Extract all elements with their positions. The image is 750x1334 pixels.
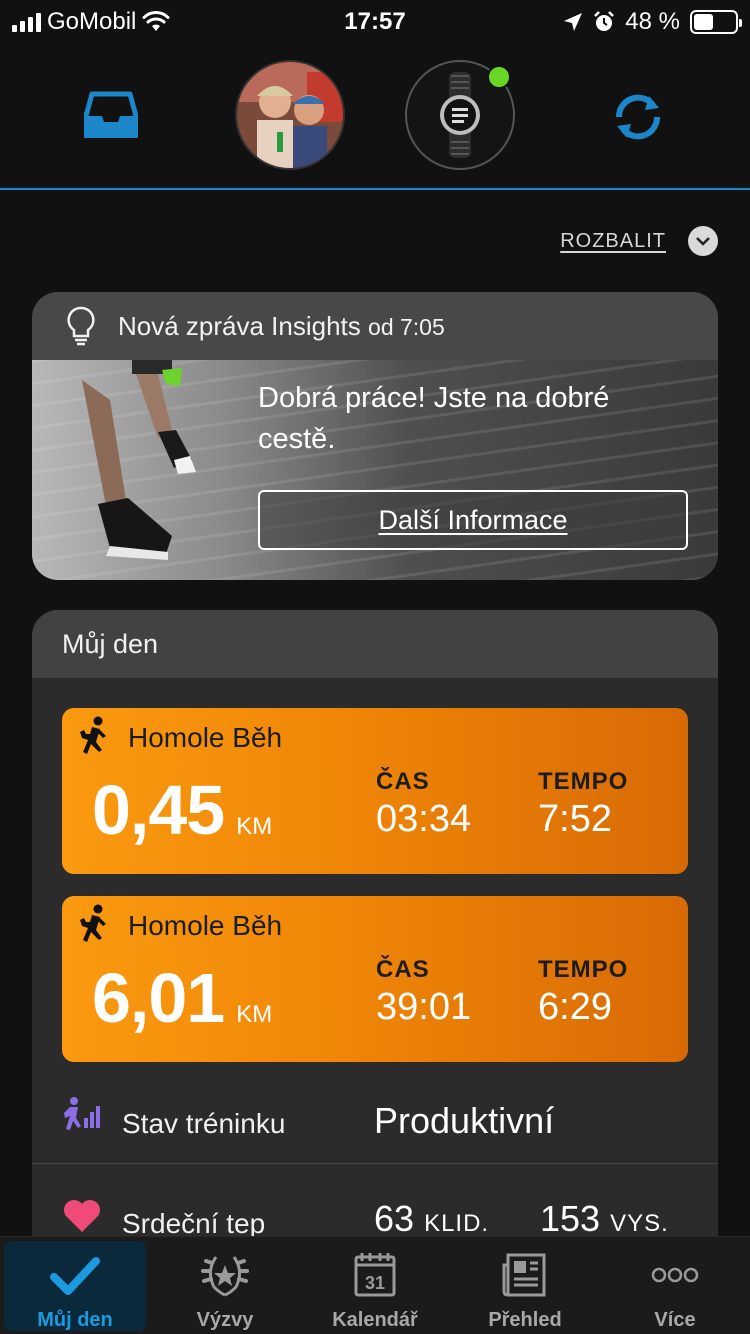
calendar-icon: 31 [354, 1253, 396, 1297]
insights-header: Nová zpráva Insights od 7:05 [32, 292, 718, 360]
bottom-tab-bar: Můj den Výzvy 31 Kalendář Přehled Více [0, 1236, 750, 1334]
news-icon [502, 1253, 546, 1297]
expand-label[interactable]: ROZBALIT [560, 230, 666, 253]
running-icon [80, 716, 106, 754]
insights-title: Nová zpráva Insights od 7:05 [118, 311, 445, 342]
distance-value: 6,01 [92, 959, 225, 1037]
location-icon [564, 13, 583, 31]
tab-overview[interactable]: Přehled [450, 1237, 600, 1334]
sync-icon[interactable] [609, 88, 667, 146]
training-status-icon [64, 1097, 100, 1130]
high-hr-unit: VYS. [610, 1210, 669, 1237]
tab-label: Kalendář [332, 1309, 418, 1331]
pace-label: TEMPO [538, 768, 629, 795]
avatar[interactable] [235, 60, 345, 170]
activity-name: Homole Běh [128, 722, 283, 753]
chevron-down-icon[interactable] [688, 226, 718, 256]
battery-icon [690, 10, 742, 34]
training-status-label: Stav tréninku [122, 1108, 286, 1139]
more-info-button[interactable]: Další Informace [258, 490, 688, 550]
runner-illustration [82, 360, 196, 560]
running-icon [80, 904, 106, 942]
activity-card[interactable]: Homole Běh 0,45 KM ČAS 03:34 TEMPO 7:52 [62, 708, 688, 874]
status-bar: GoMobil 17:57 48 % [0, 0, 750, 44]
insights-body: Dobrá práce! Jste na dobré cestě. Další … [32, 360, 718, 580]
activity-distance: 0,45 KM [92, 770, 272, 850]
distance-unit: KM [236, 1001, 273, 1028]
insights-time: od 7:05 [368, 313, 445, 340]
resting-hr-unit: KLID. [424, 1210, 490, 1237]
activity-distance: 6,01 KM [92, 958, 272, 1038]
pace-label: TEMPO [538, 956, 629, 983]
insights-message: Dobrá práce! Jste na dobré cestě. [258, 382, 610, 455]
expand-toggle[interactable]: ROZBALIT [560, 226, 718, 256]
high-hr: 153 VYS. [540, 1198, 669, 1240]
tab-label: Výzvy [196, 1309, 254, 1331]
battery-fill [694, 14, 714, 30]
calendar-day: 31 [365, 1273, 385, 1293]
heart-icon [64, 1200, 100, 1232]
resting-hr: 63 KLID. [374, 1198, 489, 1240]
activity-card[interactable]: Homole Běh 6,01 KM ČAS 39:01 TEMPO 6:29 [62, 896, 688, 1062]
my-day-title: Můj den [32, 610, 718, 678]
tab-challenges[interactable]: Výzvy [150, 1237, 300, 1334]
lightbulb-icon [67, 306, 95, 346]
device-connected-indicator [487, 65, 511, 89]
resting-hr-value: 63 [374, 1198, 415, 1239]
inbox-icon[interactable] [84, 90, 138, 138]
distance-unit: KM [236, 813, 273, 840]
training-status-value: Produktivní [374, 1100, 555, 1141]
insights-card[interactable]: Nová zpráva Insights od 7:05 Dobrá práce… [32, 292, 718, 580]
high-hr-value: 153 [540, 1198, 601, 1239]
laurel-icon [201, 1256, 249, 1297]
time-label: ČAS [376, 956, 430, 983]
more-icon [651, 1267, 699, 1283]
pace-value: 7:52 [538, 798, 612, 840]
alarm-icon [594, 11, 615, 31]
tab-label: Více [654, 1309, 696, 1331]
pace-value: 6:29 [538, 986, 612, 1028]
tab-calendar[interactable]: 31 Kalendář [300, 1237, 450, 1334]
training-status-row[interactable]: Stav tréninku Produktivní [32, 1072, 718, 1172]
status-right: 48 % [563, 8, 742, 36]
app-header [0, 44, 750, 190]
tab-label: Přehled [488, 1309, 562, 1331]
time-label: ČAS [376, 768, 430, 795]
my-day-card: Můj den Homole Běh 0,45 KM ČAS 03:34 TEM… [32, 610, 718, 1310]
insights-title-text: Nová zpráva Insights [118, 310, 361, 341]
battery-percent: 48 % [625, 8, 680, 35]
tab-my-day[interactable]: Můj den [4, 1241, 146, 1331]
time-value: 03:34 [376, 798, 472, 840]
activity-name: Homole Běh [128, 910, 283, 941]
distance-value: 0,45 [92, 771, 225, 849]
tab-label: Můj den [37, 1309, 113, 1331]
tab-more[interactable]: Více [600, 1237, 750, 1334]
check-icon [50, 1257, 100, 1295]
avatar-photo [237, 62, 343, 168]
time-value: 39:01 [376, 986, 472, 1028]
